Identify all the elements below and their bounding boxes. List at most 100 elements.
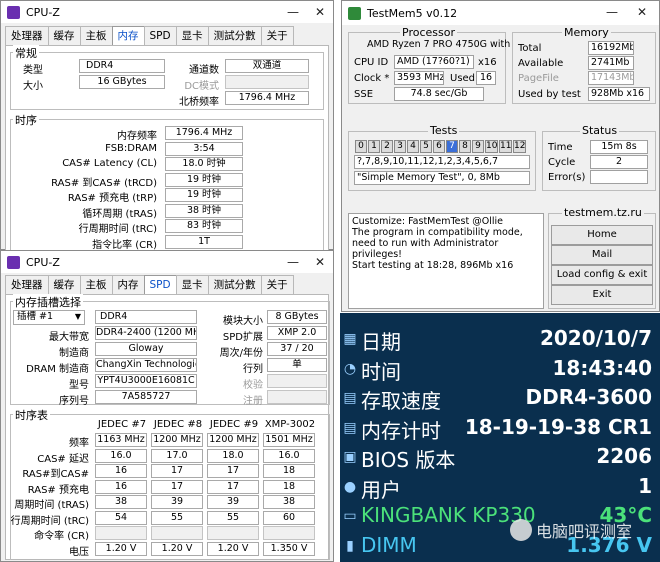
mail-button[interactable]: Mail xyxy=(551,245,653,265)
timing-value: 1796.4 MHz xyxy=(165,126,243,140)
cpu-id-value: AMD (17?60?1) xyxy=(394,55,474,69)
close-icon[interactable]: ✕ xyxy=(306,1,334,23)
tab-spd[interactable]: SPD xyxy=(143,275,177,295)
log-line: The program in compatibility mode, xyxy=(352,227,523,238)
checksum-label: 校验 xyxy=(243,380,263,391)
sensor-row: ● 用户 1 xyxy=(340,473,660,502)
tab-bench[interactable]: 测試分數 xyxy=(207,275,262,294)
sensor-value: 18:43:40 xyxy=(552,355,653,380)
wechat-watermark: 电脑吧评测室 xyxy=(510,518,632,542)
sse-label: SSE xyxy=(354,89,374,100)
sensor-label: 存取速度 xyxy=(361,389,441,413)
sensor-value: DDR4-3600 xyxy=(525,385,652,409)
test-cell: 12 xyxy=(513,140,526,153)
timings-cell: 1.20 V xyxy=(95,541,147,556)
timings-cell: 55 xyxy=(151,510,203,525)
week-year-value: 37 / 20 xyxy=(267,342,327,356)
minimize-icon[interactable]: — xyxy=(279,251,307,273)
wechat-icon xyxy=(510,519,532,541)
tab-memory[interactable]: 内存 xyxy=(111,26,145,46)
timings-cell xyxy=(207,526,259,540)
log-box: Customize: FastMemTest @Ollie The progra… xyxy=(348,213,544,309)
tab-about[interactable]: 关于 xyxy=(260,26,294,45)
test-cell: 0 xyxy=(355,140,367,153)
timings-cell: 38 xyxy=(95,495,147,509)
timing-value: 19 时钟 xyxy=(165,172,243,187)
spd-type-value: DDR4 xyxy=(95,310,197,324)
tab-processor[interactable]: 处理器 xyxy=(5,275,49,294)
minimize-icon[interactable]: — xyxy=(598,1,626,23)
week-year-label: 周次/年份 xyxy=(219,348,263,359)
tab-graphics[interactable]: 显卡 xyxy=(175,275,209,294)
timing-label: CAS# Latency (CL) xyxy=(62,158,157,169)
log-line: Start testing at 18:28, 896Mb x16 xyxy=(352,260,514,271)
timings-cell: 39 xyxy=(207,495,259,509)
timings-cell: 39 xyxy=(151,495,203,509)
pagefile-label: PageFile xyxy=(518,73,559,84)
test-cell: 8 xyxy=(459,140,471,153)
tab-mainboard[interactable]: 主板 xyxy=(79,275,113,294)
close-icon[interactable]: ✕ xyxy=(628,1,656,23)
test-cell: 10 xyxy=(485,140,498,153)
used-label: Used xyxy=(450,73,476,84)
test-cell: 11 xyxy=(499,140,512,153)
spd-ext-value: XMP 2.0 xyxy=(267,326,327,340)
dc-mode-label: DC模式 xyxy=(184,81,219,92)
usedby-value: 928Mb x16 xyxy=(588,87,650,101)
slot-select-value: 插槽 #1 xyxy=(17,311,54,322)
clock-icon: ◔ xyxy=(343,360,357,377)
max-bw-label: 最大带宽 xyxy=(49,332,89,343)
slot-select[interactable]: 插槽 #1 ▼ xyxy=(13,310,85,325)
load-config-exit-button[interactable]: Load config & exit xyxy=(551,265,653,285)
tab-mainboard[interactable]: 主板 xyxy=(79,26,113,45)
timings-cell: 17 xyxy=(207,479,259,494)
timings-cell: 17 xyxy=(207,464,259,478)
available-value: 2741Mb xyxy=(588,56,634,70)
tab-about[interactable]: 关于 xyxy=(260,275,294,294)
part-label: 型号 xyxy=(69,380,89,391)
timings-cell: 38 xyxy=(263,495,315,509)
sensor-label: 日期 xyxy=(361,330,401,354)
type-label: 类型 xyxy=(23,65,43,76)
cpuz-window-memory: CPU-Z — ✕ 处理器 缓存 主板 内存 SPD 显卡 测試分數 关于 常规… xyxy=(0,0,334,251)
maker-value: Gloway xyxy=(95,342,197,356)
tab-memory[interactable]: 内存 xyxy=(111,275,145,294)
timing-value: 18.0 时钟 xyxy=(165,157,243,171)
channel-label: 通道数 xyxy=(189,65,219,76)
timing-label: FSB:DRAM xyxy=(105,142,157,154)
total-value: 16192Mb xyxy=(588,41,634,55)
tab-processor[interactable]: 处理器 xyxy=(5,26,49,45)
tab-cache[interactable]: 缓存 xyxy=(47,26,81,45)
cycle-value: 2 xyxy=(590,155,648,169)
timings-row-label: RAS#到CAS# xyxy=(22,469,89,480)
test-cell: 9 xyxy=(472,140,484,153)
cpu-threads: x16 xyxy=(478,57,497,68)
tab-strip: 处理器 缓存 主板 内存 SPD 显卡 测試分數 关于 xyxy=(5,275,329,295)
timing-value: 38 时钟 xyxy=(165,203,243,218)
timings-cell: 1200 MHz xyxy=(207,433,259,447)
exit-button[interactable]: Exit xyxy=(551,285,653,305)
testmem-window: TestMem5 v0.12 — ✕ Processor AMD Ryzen 7… xyxy=(341,0,660,312)
dc-mode-value xyxy=(225,75,309,89)
timings-row-label: 频率 xyxy=(69,438,89,449)
module-size-label: 模块大小 xyxy=(223,316,263,327)
errors-value xyxy=(590,170,648,184)
test-cell: 7 xyxy=(446,140,458,153)
minimize-icon[interactable]: — xyxy=(279,1,307,23)
tab-graphics[interactable]: 显卡 xyxy=(175,26,209,45)
sensor-label: 内存计时 xyxy=(361,418,441,443)
home-button[interactable]: Home xyxy=(551,225,653,245)
memory-module-icon: ▤ xyxy=(343,390,357,406)
timing-label: RAS# 预充电 (tRP) xyxy=(67,193,157,204)
close-icon[interactable]: ✕ xyxy=(306,251,334,273)
timings-cell: 16.0 xyxy=(95,448,147,463)
tab-spd[interactable]: SPD xyxy=(143,26,177,45)
tab-bench[interactable]: 测試分數 xyxy=(207,26,262,45)
window-title: CPU-Z xyxy=(26,5,60,19)
timings-group-title: 时序 xyxy=(13,112,39,128)
sensor-value: 2206 xyxy=(596,444,652,468)
clock-value: 3593 MHz xyxy=(394,71,444,85)
tab-cache[interactable]: 缓存 xyxy=(47,275,81,294)
calendar-icon: ▦ xyxy=(343,331,357,347)
site-link[interactable]: testmem.tz.ru xyxy=(562,206,644,219)
